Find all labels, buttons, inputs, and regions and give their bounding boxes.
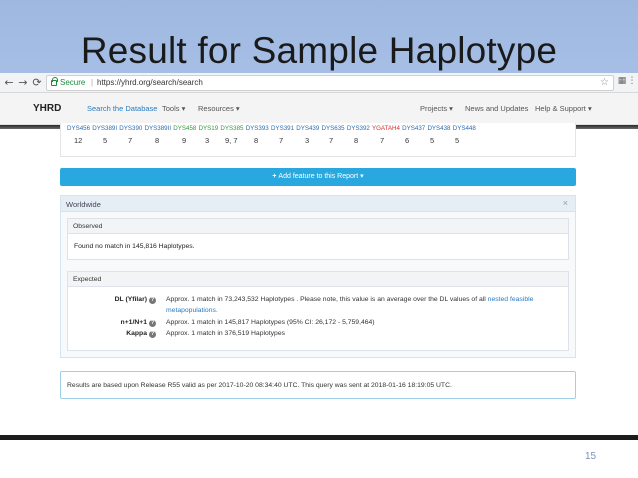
expected-header: Expected bbox=[68, 272, 568, 287]
marker-value: 9 bbox=[182, 136, 187, 145]
slide-title: Result for Sample Haplotype bbox=[80, 30, 558, 71]
marker-value: 5 bbox=[103, 136, 108, 145]
observed-header: Observed bbox=[68, 219, 568, 234]
nav-projects[interactable]: Projects ▾ bbox=[420, 104, 453, 113]
marker-value: 6 bbox=[405, 136, 410, 145]
marker-name: DYS390 bbox=[119, 125, 143, 132]
worldwide-title: Worldwide bbox=[66, 200, 101, 209]
marker-name: DYS389II bbox=[144, 125, 172, 132]
help-icon[interactable]: ? bbox=[149, 320, 156, 327]
nav-search-database[interactable]: Search the Database bbox=[87, 104, 157, 113]
marker-value: 8 bbox=[354, 136, 359, 145]
metapopulations-link[interactable]: metapopulations. bbox=[166, 307, 218, 314]
back-icon[interactable]: ← bbox=[3, 76, 15, 90]
help-icon[interactable]: ? bbox=[149, 331, 156, 338]
marker-name: DYS438 bbox=[427, 125, 451, 132]
bookmark-star-icon[interactable]: ☆ bbox=[600, 77, 609, 88]
marker-name: DYS439 bbox=[296, 125, 320, 132]
site-navbar: YHRD Search the Database Tools ▾ Resourc… bbox=[0, 93, 638, 125]
help-icon[interactable]: ? bbox=[149, 297, 156, 304]
marker-value: 7 bbox=[380, 136, 385, 145]
expected-dl-text: Approx. 1 match in 73,243,532 Haplotypes… bbox=[166, 296, 533, 303]
nested-feasible-link[interactable]: nested feasible bbox=[488, 296, 534, 303]
plus-icon: + bbox=[272, 173, 277, 180]
marker-name: YGATAH4 bbox=[371, 125, 400, 132]
add-feature-button[interactable]: + Add feature to this Report ▾ bbox=[60, 168, 576, 186]
marker-value: 8 bbox=[254, 136, 259, 145]
marker-name: DYS458 bbox=[173, 125, 197, 132]
marker-name: DYS635 bbox=[321, 125, 345, 132]
expected-label-kappa: Kappa? bbox=[78, 330, 156, 338]
add-feature-label: Add feature to this Report ▾ bbox=[278, 173, 364, 180]
observed-title: Observed bbox=[73, 223, 103, 230]
marker-name: DYS391 bbox=[270, 125, 295, 132]
kappa-label: Kappa bbox=[126, 330, 147, 337]
expected-title: Expected bbox=[73, 276, 102, 283]
dl-label: DL (Yfilar) bbox=[114, 296, 147, 303]
nav-help-support[interactable]: Help & Support ▾ bbox=[535, 104, 592, 113]
observed-text: Found no match in 145,816 Haplotypes. bbox=[74, 243, 195, 250]
marker-name: DYS389I bbox=[92, 125, 118, 132]
marker-value: 8 bbox=[155, 136, 160, 145]
nav-tools[interactable]: Tools ▾ bbox=[162, 104, 185, 113]
release-info-text: Results are based upon Release R55 valid… bbox=[67, 382, 452, 389]
expected-label-n1: n+1/N+1? bbox=[78, 319, 156, 327]
marker-value: 12 bbox=[74, 136, 83, 145]
marker-name: DYS448 bbox=[452, 125, 476, 132]
marker-value: 3 bbox=[205, 136, 210, 145]
observed-box: Observed Found no match in 145,816 Haplo… bbox=[67, 218, 569, 260]
reload-icon[interactable]: ⟳ bbox=[31, 76, 43, 90]
worldwide-panel: Worldwide × Observed Found no match in 1… bbox=[60, 195, 576, 358]
expected-box: Expected DL (Yfilar)? Approx. 1 match in… bbox=[67, 271, 569, 351]
marker-value: 3 bbox=[305, 136, 310, 145]
marker-name: DYS392 bbox=[346, 125, 370, 132]
marker-name: DYS393 bbox=[245, 125, 269, 132]
n1-label: n+1/N+1 bbox=[120, 319, 147, 326]
browser-toolbar: ← → ⟳ Secure | https://yhrd.org/search/s… bbox=[0, 73, 638, 93]
forward-icon[interactable]: → bbox=[17, 76, 29, 90]
marker-name: DYS19 bbox=[198, 125, 219, 132]
url-separator: | bbox=[91, 78, 94, 87]
marker-name: DYS456 bbox=[67, 125, 91, 132]
marker-names-row: DYS456 DYS389I DYS390 DYS389II DYS458 DY… bbox=[67, 125, 476, 132]
expected-kappa-text: Approx. 1 match in 376,519 Haplotypes bbox=[166, 330, 286, 337]
menu-icon[interactable]: ⋮ bbox=[627, 76, 637, 88]
marker-value: 7 bbox=[279, 136, 284, 145]
expected-label-dl: DL (Yfilar)? bbox=[78, 296, 156, 304]
lock-icon bbox=[51, 77, 58, 86]
nav-resources[interactable]: Resources ▾ bbox=[198, 104, 240, 113]
close-icon[interactable]: × bbox=[563, 198, 568, 208]
bottom-divider bbox=[0, 435, 638, 440]
release-info-box: Results are based upon Release R55 valid… bbox=[60, 371, 576, 399]
marker-value: 9, 7 bbox=[225, 136, 238, 145]
page-number: 15 bbox=[585, 451, 597, 462]
expected-n1-text: Approx. 1 match in 145,817 Haplotypes (9… bbox=[166, 319, 375, 326]
extension-icon[interactable]: ▦ bbox=[617, 76, 627, 88]
nav-news-updates[interactable]: News and Updates bbox=[465, 104, 528, 113]
secure-label: Secure bbox=[60, 78, 86, 87]
site-logo[interactable]: YHRD bbox=[33, 103, 61, 114]
worldwide-panel-header: Worldwide × bbox=[61, 196, 575, 212]
marker-value: 7 bbox=[128, 136, 133, 145]
marker-name: DYS437 bbox=[402, 125, 426, 132]
browser-screenshot: ← → ⟳ Secure | https://yhrd.org/search/s… bbox=[0, 73, 638, 440]
dl-text: Approx. 1 match in 73,243,532 Haplotypes… bbox=[166, 296, 486, 303]
marker-value: 5 bbox=[430, 136, 435, 145]
marker-value: 5 bbox=[455, 136, 460, 145]
url-text[interactable]: https://yhrd.org/search/search bbox=[97, 78, 203, 87]
marker-value: 7 bbox=[329, 136, 334, 145]
marker-name: DYS385 bbox=[220, 125, 244, 132]
address-bar[interactable]: Secure | https://yhrd.org/search/search … bbox=[46, 75, 614, 91]
